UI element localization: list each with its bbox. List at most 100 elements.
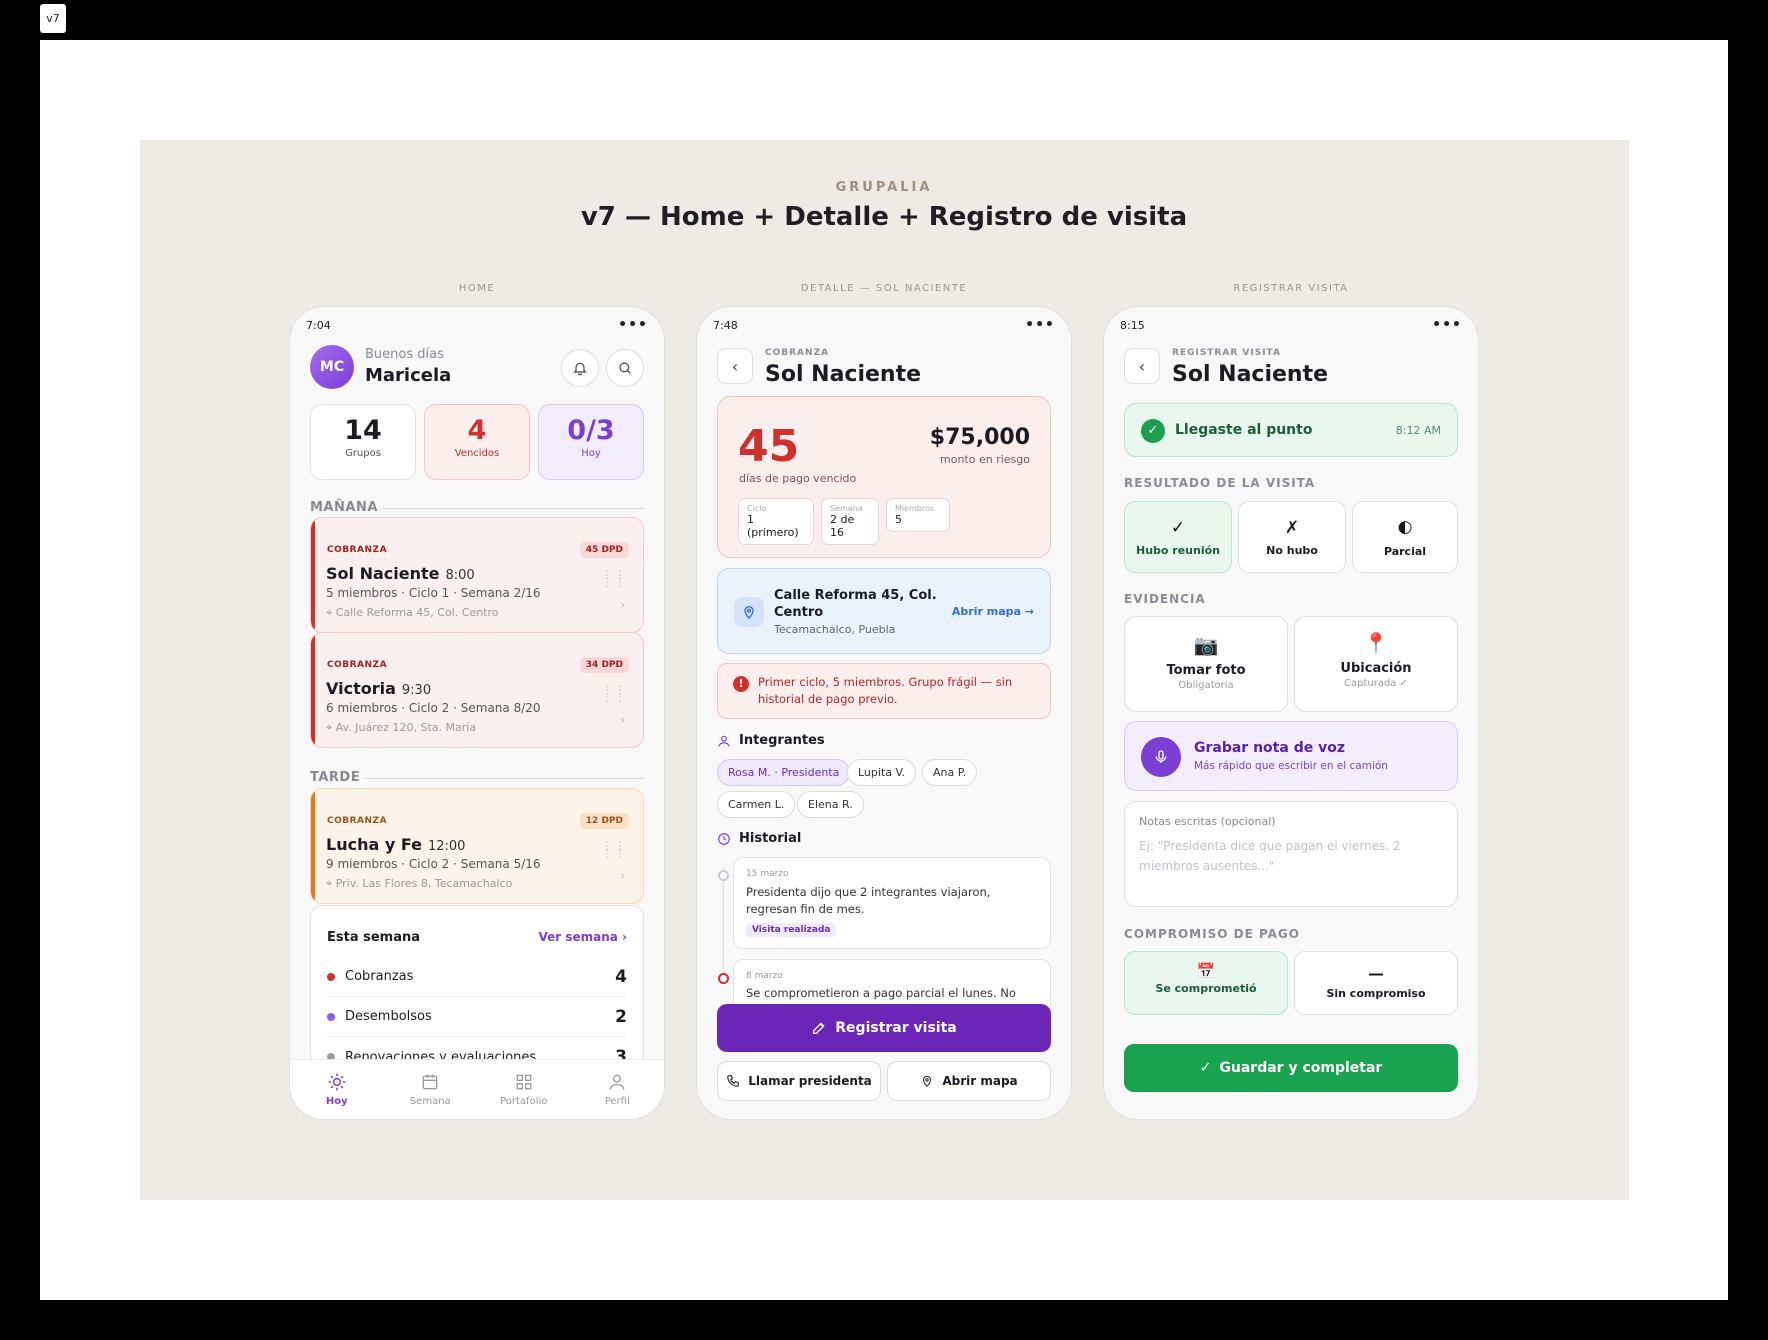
avatar[interactable]: MC — [310, 345, 354, 389]
eyebrow: REGISTRAR VISITA — [1172, 348, 1281, 358]
section-afternoon: TARDE — [310, 770, 361, 785]
no-commitment-option[interactable]: — Sin compromiso — [1294, 951, 1458, 1015]
status-dot — [327, 972, 335, 981]
edit-icon — [813, 1022, 825, 1034]
group-name: Sol Naciente 8:00 — [326, 564, 475, 583]
location-label: Ubicación — [1340, 661, 1412, 676]
stat-overdue[interactable]: 4 Vencidos — [424, 404, 530, 480]
more-icon[interactable]: ••• — [1432, 317, 1462, 333]
status-time: 8:15 — [1120, 318, 1145, 332]
member-chip[interactable]: Ana P. — [922, 759, 978, 786]
member-chip[interactable]: Carmen L. — [717, 791, 796, 818]
sun-icon — [328, 1073, 346, 1091]
notes-placeholder: Ej: "Presidenta dice que pagan el vierne… — [1139, 839, 1401, 873]
drag-handle-icon[interactable]: ⋮⋮ ⋮⋮ — [601, 840, 627, 859]
group-address: ⌖ Priv. Las Flores 8, Tecamachalco — [326, 877, 513, 890]
stat-value: 4 — [467, 415, 487, 446]
more-icon[interactable]: ••• — [618, 317, 648, 333]
alert-text: Primer ciclo, 5 miembros. Grupo frágil —… — [758, 675, 1013, 706]
pin-icon: ⌖ — [326, 877, 336, 890]
location-button[interactable]: 📍 Ubicación Capturada ✓ — [1294, 616, 1458, 712]
call-president-button[interactable]: Llamar presidenta — [717, 1061, 881, 1101]
chevron-right-icon: › — [620, 869, 625, 883]
voice-sub: Más rápido que escribir en el camión — [1194, 760, 1388, 772]
tab-perfil[interactable]: Perfil — [582, 1072, 652, 1107]
tab-semana[interactable]: Semana — [395, 1072, 465, 1107]
half-circle-icon: ◐ — [1397, 516, 1413, 537]
back-button[interactable]: ‹ — [1124, 348, 1160, 384]
status-bar: 7:04 ••• — [306, 315, 648, 335]
stat-today[interactable]: 0/3 Hoy — [538, 404, 644, 480]
status-time: 7:48 — [713, 318, 738, 332]
group-card-sol-naciente[interactable]: COBRANZA 45 DPD Sol Naciente 8:00 5 miemb… — [310, 517, 644, 633]
risk-alert: ! Primer ciclo, 5 miembros. Grupo frágil… — [717, 663, 1051, 719]
row-label: Cobranzas — [345, 969, 414, 984]
timeline-dot — [718, 870, 729, 881]
greeting: Buenos días — [365, 347, 444, 362]
register-visit-button[interactable]: Registrar visita — [717, 1004, 1051, 1052]
see-week-link[interactable]: Ver semana › — [538, 930, 627, 944]
member-chip[interactable]: Rosa M. · Presidenta — [717, 759, 851, 786]
notifications-button[interactable] — [561, 349, 599, 387]
open-map-link[interactable]: Abrir mapa → — [952, 605, 1034, 618]
group-address: ⌖ Av. Juárez 120, Sta. María — [326, 721, 477, 734]
group-meta: 9 miembros · Ciclo 2 · Semana 5/16 — [326, 857, 541, 871]
drag-handle-icon[interactable]: ⋮⋮ ⋮⋮ — [601, 684, 627, 703]
person-icon — [718, 735, 730, 746]
committed-option[interactable]: 📅 Se comprometió — [1124, 951, 1288, 1015]
stat-value: 14 — [344, 415, 382, 446]
stat-groups[interactable]: 14 Grupos — [310, 404, 416, 480]
week-row-desembolsos[interactable]: Desembolsos 2 — [327, 997, 627, 1037]
card-accent — [311, 789, 315, 903]
column-label-detail: DETALLE — SOL NACIENTE — [800, 283, 968, 294]
voice-note-button[interactable]: Grabar nota de voz Más rápido que escrib… — [1124, 721, 1458, 791]
status-bar: 8:15 ••• — [1120, 315, 1462, 335]
calendar-icon — [422, 1074, 438, 1090]
back-button[interactable]: ‹ — [717, 348, 753, 384]
more-icon[interactable]: ••• — [1025, 317, 1055, 333]
chevron-left-icon: ‹ — [1138, 356, 1146, 376]
result-no-meeting-option[interactable]: ✗ No hubo — [1238, 501, 1346, 573]
group-time: 12:00 — [427, 839, 466, 854]
group-card-victoria[interactable]: COBRANZA 34 DPD Victoria 9:30 6 miembros … — [310, 632, 644, 748]
eyebrow: COBRANZA — [765, 348, 830, 358]
take-photo-button[interactable]: 📷 Tomar foto Obligatoria — [1124, 616, 1288, 712]
calendar-icon: 📅 — [1196, 962, 1216, 980]
dpd-badge: 45 DPD — [579, 542, 629, 558]
group-meta: 6 miembros · Ciclo 2 · Semana 8/20 — [326, 701, 541, 715]
dpd-badge: 34 DPD — [579, 657, 629, 673]
chevron-right-icon: › — [622, 930, 627, 944]
bell-icon — [573, 362, 587, 376]
address-line1: Calle Reforma 45, Col. — [774, 588, 937, 603]
result-partial-option[interactable]: ◐ Parcial — [1352, 501, 1458, 573]
photo-label: Tomar foto — [1166, 663, 1246, 678]
timeline-line — [723, 867, 724, 977]
amount-at-risk: $75,000 — [929, 425, 1030, 450]
stat-label: Hoy — [581, 448, 601, 459]
version-tag: v7 — [40, 4, 66, 33]
check-icon: ✓ — [1170, 517, 1186, 538]
location-sub: Capturada ✓ — [1344, 678, 1408, 689]
tab-portafolio[interactable]: Portafolio — [489, 1072, 559, 1107]
open-map-button[interactable]: Abrir mapa — [887, 1061, 1051, 1101]
map-pin-icon — [923, 1075, 932, 1088]
member-chip[interactable]: Elena R. — [797, 791, 864, 818]
history-item[interactable]: 15 marzo Presidenta dijo que 2 integrant… — [733, 857, 1051, 949]
drag-handle-icon[interactable]: ⋮⋮ ⋮⋮ — [601, 569, 627, 588]
address-city: Tecamachalco, Puebla — [774, 623, 896, 636]
group-name: Lucha y Fe 12:00 — [326, 835, 466, 854]
tab-hoy[interactable]: Hoy — [302, 1072, 372, 1107]
save-complete-button[interactable]: ✓ Guardar y completar — [1124, 1044, 1458, 1092]
search-button[interactable] — [606, 349, 644, 387]
row-label: Desembolsos — [345, 1009, 432, 1024]
group-card-lucha-y-fe[interactable]: COBRANZA 12 DPD Lucha y Fe 12:00 9 miembr… — [310, 788, 644, 904]
members-chip: Miembros 5 — [886, 498, 950, 532]
divider — [365, 778, 644, 779]
week-row-cobranzas[interactable]: Cobranzas 4 — [327, 957, 627, 997]
card-kind: COBRANZA — [327, 545, 388, 555]
member-chip[interactable]: Lupita V. — [847, 759, 917, 786]
dpd-badge: 12 DPD — [579, 813, 629, 829]
week-title: Esta semana — [327, 930, 421, 945]
notes-field[interactable]: Notas escritas (opcional) Ej: "President… — [1124, 801, 1458, 907]
result-meeting-option[interactable]: ✓ Hubo reunión — [1124, 501, 1232, 573]
